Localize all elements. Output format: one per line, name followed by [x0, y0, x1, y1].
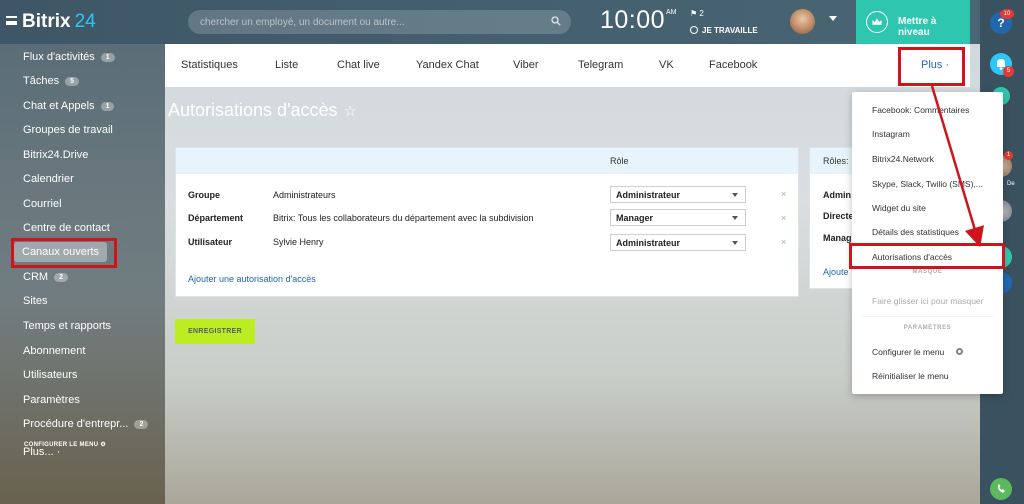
annotation-arrow [930, 85, 985, 248]
